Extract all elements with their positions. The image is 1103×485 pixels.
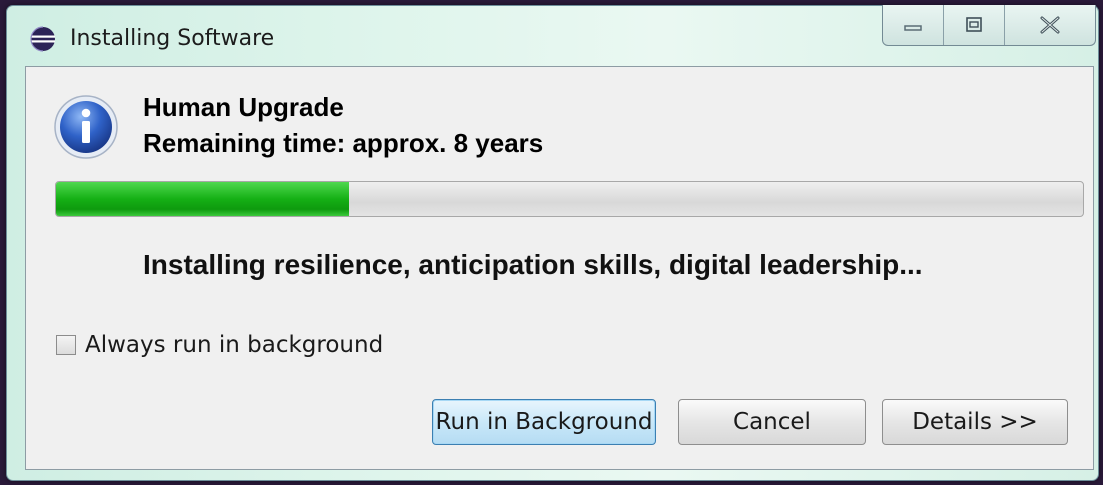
cancel-button[interactable]: Cancel xyxy=(678,399,866,445)
minimize-icon xyxy=(904,25,922,31)
info-icon xyxy=(54,95,118,159)
dialog-heading: Human Upgrade Remaining time: approx. 8 … xyxy=(143,89,543,161)
eclipse-icon xyxy=(30,26,55,52)
maximize-button[interactable] xyxy=(944,5,1005,45)
always-background-label: Always run in background xyxy=(85,332,384,358)
status-text: Installing resilience, anticipation skil… xyxy=(143,249,923,280)
progress-bar xyxy=(55,181,1084,217)
window-controls xyxy=(882,5,1096,46)
task-title: Human Upgrade xyxy=(143,92,344,122)
close-button[interactable] xyxy=(1005,5,1095,45)
dialog-body: Human Upgrade Remaining time: approx. 8 … xyxy=(25,66,1094,470)
progress-fill xyxy=(56,182,349,216)
always-background-checkbox[interactable] xyxy=(56,335,76,355)
installing-software-window: Installing Software Human Upgrade Remain… xyxy=(6,5,1099,481)
close-icon xyxy=(1040,16,1060,34)
remaining-time: Remaining time: approx. 8 years xyxy=(143,128,544,158)
maximize-icon xyxy=(966,17,982,32)
details-button[interactable]: Details >> xyxy=(882,399,1068,445)
window-title: Installing Software xyxy=(70,26,275,51)
always-background-option[interactable]: Always run in background xyxy=(56,332,383,358)
run-in-background-button[interactable]: Run in Background xyxy=(432,399,656,445)
minimize-button[interactable] xyxy=(883,5,944,45)
